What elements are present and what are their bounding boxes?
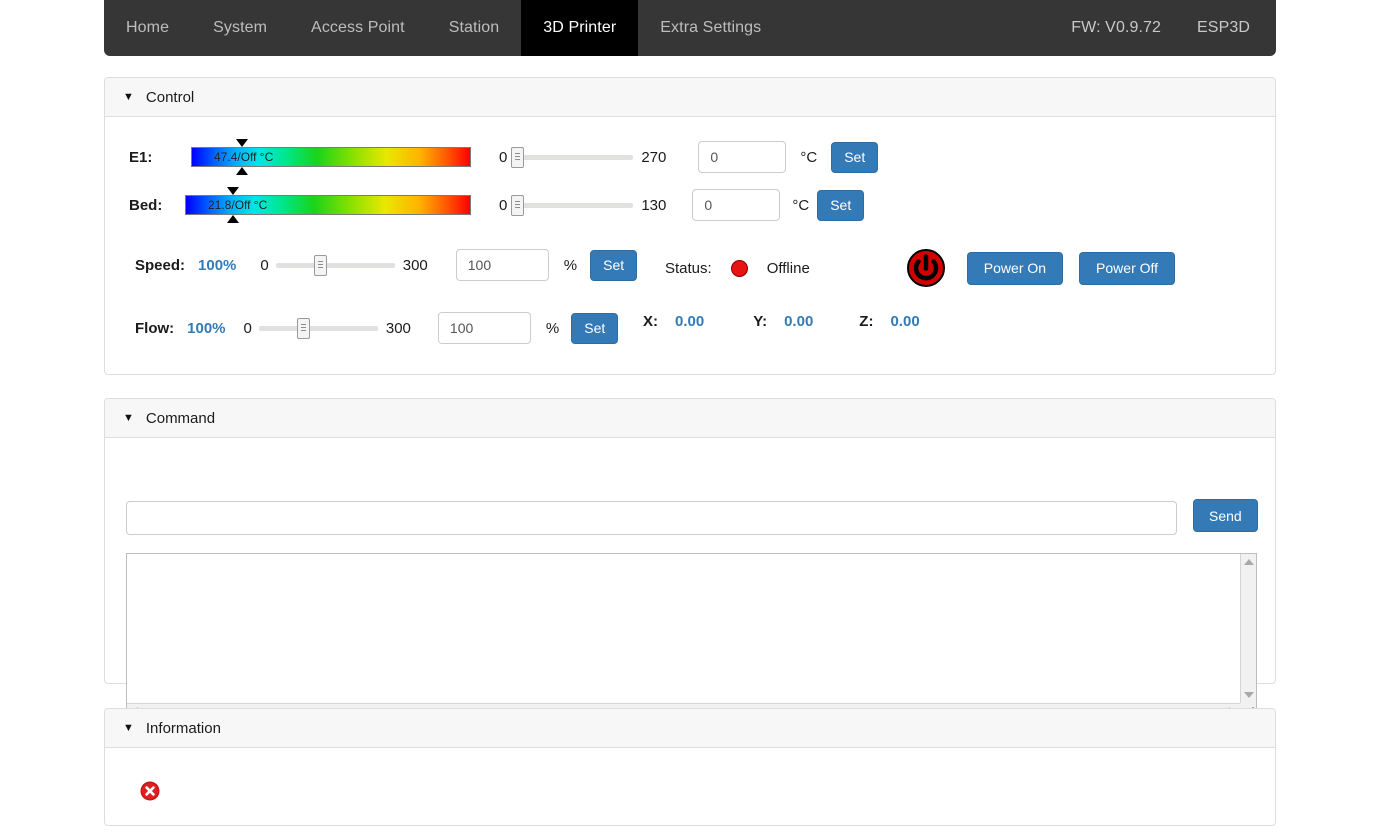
extruder-temperature-gauge: 47.4/Off °C [191, 139, 471, 175]
command-input[interactable] [126, 501, 1177, 535]
extruder-slider-min: 0 [499, 148, 508, 166]
speed-slider-max: 300 [402, 256, 428, 274]
status-state-text: Offline [766, 259, 810, 277]
speed-unit-label: % [563, 256, 578, 274]
y-axis-label: Y: [753, 313, 768, 330]
nav-item-station[interactable]: Station [427, 0, 522, 56]
bed-temperature-slider[interactable] [511, 194, 634, 216]
nav-item-system[interactable]: System [191, 0, 289, 56]
bed-slider-thumb[interactable] [511, 195, 525, 216]
flow-label: Flow: [135, 319, 175, 337]
bed-unit-label: °C [792, 196, 810, 214]
flow-slider-min: 0 [243, 319, 252, 337]
flow-unit-label: % [545, 319, 560, 337]
x-axis-label: X: [643, 313, 658, 330]
chevron-down-icon[interactable]: ▼ [123, 722, 134, 734]
z-axis-label: Z: [859, 313, 874, 330]
speed-slider-track [275, 263, 395, 268]
bed-temperature-gauge: 21.8/Off °C [185, 187, 471, 223]
nav-item-home[interactable]: Home [104, 0, 191, 56]
flow-row: Flow: 100% 0 300 % Set [135, 312, 619, 344]
bed-temp-text: 21.8/Off °C [208, 198, 268, 212]
extruder-set-button[interactable]: Set [831, 141, 879, 173]
bed-row: Bed: 21.8/Off °C 0 130 °C Set [129, 187, 1249, 223]
flow-slider-thumb[interactable] [296, 318, 310, 339]
chevron-down-icon[interactable]: ▼ [123, 91, 134, 103]
power-on-button[interactable]: Power On [966, 251, 1064, 285]
flow-slider-max: 300 [385, 319, 411, 337]
nav-item-extra-settings[interactable]: Extra Settings [638, 0, 783, 56]
extruder-current-marker-bottom [236, 167, 248, 175]
speed-row: Speed: 100% 0 300 % Set [135, 249, 638, 281]
command-panel-title: Command [145, 409, 216, 427]
flow-slider-track [258, 326, 378, 331]
power-off-button[interactable]: Power Off [1079, 251, 1176, 285]
speed-slider-thumb[interactable] [313, 255, 327, 276]
chevron-down-icon[interactable]: ▼ [123, 412, 134, 424]
speed-set-button[interactable]: Set [590, 249, 638, 281]
information-panel-title: Information [145, 719, 221, 737]
bed-current-marker-top [227, 187, 239, 195]
x-axis-value: 0.00 [675, 313, 705, 330]
send-command-button[interactable]: Send [1193, 499, 1258, 532]
extruder-slider-track [511, 155, 634, 160]
bed-slider-track [511, 203, 634, 208]
extruder-current-marker-top [236, 139, 248, 147]
bed-current-marker-bottom [227, 215, 239, 223]
nav-item-access-point[interactable]: Access Point [289, 0, 427, 56]
navbar-secondary-links: FW: V0.9.72 ESP3D [1053, 0, 1276, 56]
console-output[interactable] [126, 553, 1257, 720]
speed-label: Speed: [135, 256, 186, 274]
extruder-target-input[interactable] [698, 141, 787, 173]
flow-slider[interactable] [258, 317, 378, 339]
speed-slider[interactable] [275, 254, 395, 276]
scroll-down-arrow-icon[interactable] [1244, 692, 1254, 698]
bed-slider-max: 130 [641, 196, 667, 214]
speed-current-value: 100% [198, 256, 237, 274]
extruder-temp-text: 47.4/Off °C [214, 150, 274, 164]
scroll-up-arrow-icon[interactable] [1244, 559, 1254, 565]
nav-item-3d-printer[interactable]: 3D Printer [521, 0, 639, 56]
control-panel-title: Control [145, 88, 195, 106]
y-axis-value: 0.00 [784, 313, 814, 330]
extruder-row: E1: 47.4/Off °C 0 270 °C Set [129, 139, 1249, 175]
status-row: Status: Offline Power On Power Off [665, 249, 1176, 287]
flow-input[interactable] [437, 312, 531, 344]
information-panel: ▼ Information [104, 708, 1276, 826]
speed-slider-min: 0 [260, 256, 269, 274]
control-panel: ▼ Control E1: 47.4/Off °C 0 270 °C Set [104, 77, 1276, 375]
flow-set-button[interactable]: Set [571, 312, 619, 344]
bed-slider-min: 0 [499, 196, 508, 214]
status-label: Status: [665, 259, 712, 277]
extruder-temp-gradient: 47.4/Off °C [191, 139, 471, 175]
console-vertical-scrollbar[interactable] [1240, 554, 1256, 703]
control-panel-header[interactable]: ▼ Control [105, 78, 1275, 117]
bed-label: Bed: [129, 196, 163, 214]
extruder-label: E1: [129, 148, 153, 166]
speed-input[interactable] [455, 249, 549, 281]
error-circle-icon [140, 781, 160, 806]
bed-set-button[interactable]: Set [817, 189, 865, 221]
bed-temp-gradient: 21.8/Off °C [185, 187, 471, 223]
extruder-temperature-slider[interactable] [511, 146, 634, 168]
bed-target-input[interactable] [692, 189, 781, 221]
flow-current-value: 100% [187, 319, 226, 337]
extruder-slider-thumb[interactable] [511, 147, 525, 168]
extruder-unit-label: °C [800, 148, 818, 166]
position-readout: X: 0.00 Y: 0.00 Z: 0.00 [643, 313, 920, 330]
command-panel: ▼ Command Send [104, 398, 1276, 720]
navbar-primary-links: Home System Access Point Station 3D Prin… [104, 0, 783, 56]
power-icon[interactable] [906, 249, 945, 287]
main-navbar: Home System Access Point Station 3D Prin… [104, 0, 1276, 56]
brand-label[interactable]: ESP3D [1179, 0, 1276, 56]
status-indicator-dot [730, 259, 748, 277]
extruder-slider-max: 270 [641, 148, 667, 166]
information-panel-header[interactable]: ▼ Information [105, 709, 1275, 748]
firmware-version-label: FW: V0.9.72 [1071, 19, 1162, 36]
command-panel-header[interactable]: ▼ Command [105, 399, 1275, 438]
z-axis-value: 0.00 [890, 313, 920, 330]
